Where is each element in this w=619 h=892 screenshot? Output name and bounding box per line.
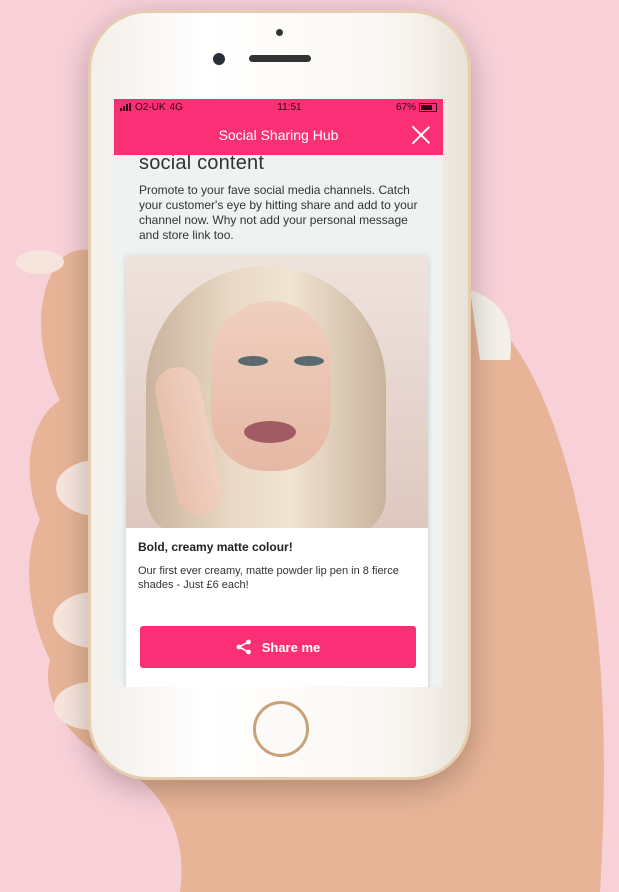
card-title: Bold, creamy matte colour!: [138, 540, 293, 554]
camera-icon: [213, 53, 225, 65]
close-icon[interactable]: [411, 125, 431, 145]
earpiece-speaker: [249, 55, 311, 62]
product-photo: [126, 256, 428, 528]
network-label: 4G: [169, 101, 183, 113]
status-bar: O2-UK 4G 11:51 67%: [114, 99, 443, 115]
card-description: Our first ever creamy, matte powder lip …: [138, 565, 399, 591]
clock: 11:51: [277, 101, 302, 113]
phone-screen: O2-UK 4G 11:51 67% Social Sharing Hub so…: [114, 99, 443, 687]
front-sensor: [276, 29, 283, 36]
battery-icon: [419, 102, 437, 112]
share-button-label: Share me: [261, 639, 321, 655]
carrier-label: O2-UK: [135, 101, 166, 113]
header-bar: Social Sharing Hub: [114, 115, 443, 155]
main-content: social content Promote to your fave soci…: [114, 152, 443, 243]
battery-percentage: 67%: [395, 101, 416, 113]
share-button[interactable]: Share me: [140, 626, 416, 668]
product-card: Bold, creamy matte colour! Our first eve…: [126, 256, 428, 687]
page-title: Social Sharing Hub: [218, 127, 339, 143]
share-icon: [236, 639, 251, 655]
intro-text: Promote to your fave social media channe…: [139, 183, 418, 242]
signal-icon: [120, 103, 131, 111]
home-button[interactable]: [253, 701, 309, 757]
section-heading: social content: [139, 152, 265, 174]
